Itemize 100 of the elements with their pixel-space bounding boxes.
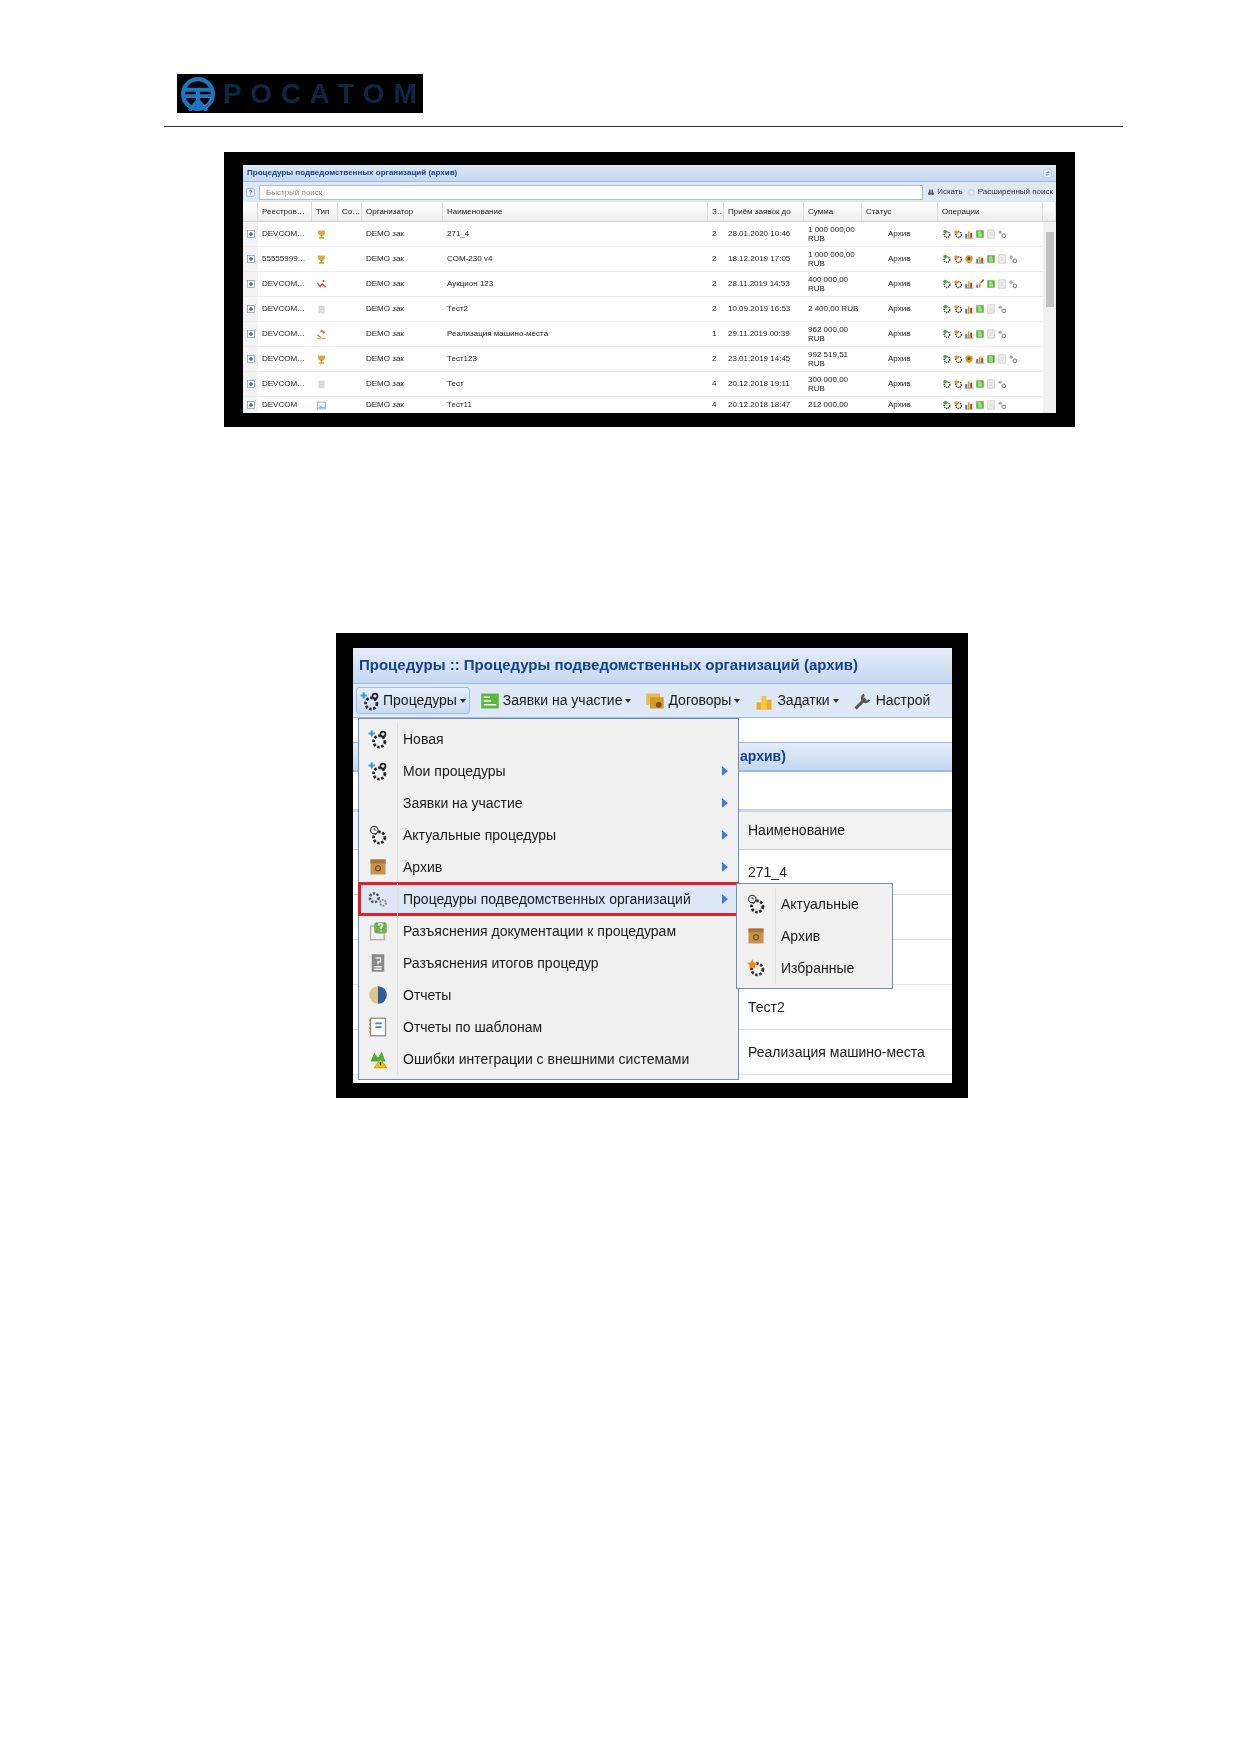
star-gear-icon[interactable] <box>953 329 963 339</box>
tools-icon[interactable] <box>997 304 1007 314</box>
menu-item[interactable]: Мои процедуры <box>359 755 738 787</box>
column-header[interactable]: Сумма <box>804 202 862 221</box>
toolbar-button[interactable]: Процедуры <box>356 687 470 714</box>
toolbar-button[interactable]: Заявки на участие <box>475 687 636 714</box>
table-cell-text: Реализация машино-места <box>446 328 550 340</box>
expand-icon[interactable] <box>246 355 255 363</box>
bar-chart-icon[interactable] <box>964 400 974 410</box>
chart-icon[interactable] <box>975 279 985 289</box>
table-cell-text: Тест2 <box>446 303 469 315</box>
gear-icon[interactable] <box>942 354 952 364</box>
search-button[interactable]: Искать <box>927 186 963 198</box>
toolbar-button[interactable]: Задатки <box>750 687 843 714</box>
expand-icon[interactable] <box>246 255 255 263</box>
table-cell-text: 1 000 000,00 RUB <box>808 224 856 244</box>
bar-chart-icon[interactable] <box>964 329 974 339</box>
gear-icon <box>966 187 976 197</box>
caret-icon <box>734 698 741 703</box>
emblem-icon[interactable] <box>964 354 974 364</box>
star-gear-icon[interactable] <box>953 279 963 289</box>
menu-item[interactable]: Заявки на участие <box>359 787 738 819</box>
column-header[interactable]: Организатор <box>362 202 443 221</box>
menu-item-label: Архив <box>402 857 444 877</box>
gear-icon[interactable] <box>942 229 952 239</box>
bar-chart-icon[interactable] <box>975 354 985 364</box>
table-cell-text: 55555999… <box>261 253 307 265</box>
bar-chart-icon[interactable] <box>964 304 974 314</box>
table-cell-text: 28.11.2019 14:53 <box>727 278 791 290</box>
expand-icon[interactable] <box>246 305 255 313</box>
column-header[interactable]: Тип <box>312 202 338 221</box>
gear-icon[interactable] <box>942 254 952 264</box>
gear-icon[interactable] <box>942 329 952 339</box>
menu-item[interactable]: Избранные <box>737 952 892 984</box>
tools-icon[interactable] <box>1008 354 1018 364</box>
menu-item[interactable]: Новая <box>359 723 738 755</box>
star-gear-icon[interactable] <box>953 229 963 239</box>
menu-item-label: Архив <box>780 926 822 946</box>
menu-item-label: Актуальные <box>780 894 860 914</box>
gear-icon[interactable] <box>942 304 952 314</box>
menu-item[interactable]: Разъяснения документации к процедурам <box>359 915 738 947</box>
table-cell-text: Архив <box>887 328 912 340</box>
expand-icon[interactable] <box>246 230 255 238</box>
bar-chart-icon[interactable] <box>964 279 974 289</box>
bar-chart-icon[interactable] <box>975 254 985 264</box>
menu-item[interactable]: Архив <box>737 920 892 952</box>
expand-icon[interactable] <box>246 330 255 338</box>
toolbar-button[interactable]: Настрой <box>848 687 935 714</box>
clock-gear-icon <box>746 894 766 914</box>
menu-item[interactable]: Ошибки интеграции с внешними системами <box>359 1043 738 1075</box>
line-graph-icon <box>316 278 327 290</box>
menu-item-label: Разъяснения документации к процедурам <box>402 921 677 941</box>
expand-icon[interactable] <box>246 280 255 288</box>
column-header[interactable]: Приём заявок до <box>724 202 804 221</box>
column-header[interactable]: Наименование <box>443 202 708 221</box>
bar-chart-icon[interactable] <box>964 229 974 239</box>
star-gear-icon[interactable] <box>953 379 963 389</box>
column-header[interactable]: Операции <box>938 202 1043 221</box>
tools-icon[interactable] <box>997 329 1007 339</box>
menu-item[interactable]: Процедуры подведомственных организаций <box>359 883 738 915</box>
column-header[interactable]: Наименование <box>748 820 846 841</box>
menu-item[interactable]: Разъяснения итогов процедур <box>359 947 738 979</box>
gear-icon[interactable] <box>942 379 952 389</box>
column-header[interactable]: Статус <box>862 202 938 221</box>
table-cell-text: Архив <box>887 253 912 265</box>
table-cell-text: DEVCOM… <box>261 328 307 340</box>
star-gear-icon[interactable] <box>953 354 963 364</box>
tools-icon[interactable] <box>997 379 1007 389</box>
star-gear-icon[interactable] <box>953 304 963 314</box>
trophy-icon <box>316 253 327 265</box>
tools-icon[interactable] <box>997 229 1007 239</box>
expand-icon[interactable] <box>246 401 255 409</box>
search-field[interactable]: Быстрый поиск <box>259 184 924 200</box>
gear-icon[interactable] <box>942 279 952 289</box>
column-header[interactable]: Реестров… <box>258 202 312 221</box>
table-cell-text: Архив <box>887 303 912 315</box>
menu-item[interactable]: Актуальные <box>737 888 892 920</box>
gear-icon[interactable] <box>942 400 952 410</box>
menu-item[interactable]: Актуальные процедуры <box>359 819 738 851</box>
menu-item[interactable]: Отчеты <box>359 979 738 1011</box>
advanced-search-button[interactable]: Расширенный поиск <box>966 186 1053 198</box>
column-header[interactable]: З… <box>708 202 724 221</box>
star-gear-icon[interactable] <box>953 254 963 264</box>
emblem-icon[interactable] <box>964 254 974 264</box>
tools-icon[interactable] <box>1008 279 1018 289</box>
scrollbar[interactable] <box>1043 222 1056 413</box>
list-icon <box>316 378 327 390</box>
menu-item[interactable]: Отчеты по шаблонам <box>359 1011 738 1043</box>
expand-icon[interactable] <box>246 380 255 388</box>
toolbar-button[interactable]: Договоры <box>641 687 745 714</box>
bar-chart-icon[interactable] <box>964 379 974 389</box>
table-cell-text: DEVCOM… <box>261 303 307 315</box>
table-cell-text: 1 <box>711 328 718 340</box>
caret-icon <box>459 698 466 703</box>
column-header[interactable]: Со… <box>338 202 362 221</box>
box-icon <box>368 857 388 877</box>
tools-icon[interactable] <box>997 400 1007 410</box>
star-gear-icon[interactable] <box>953 400 963 410</box>
tools-icon[interactable] <box>1008 254 1018 264</box>
panel-title: Процедуры подведомственных организаций (архив) <box>247 167 458 179</box>
